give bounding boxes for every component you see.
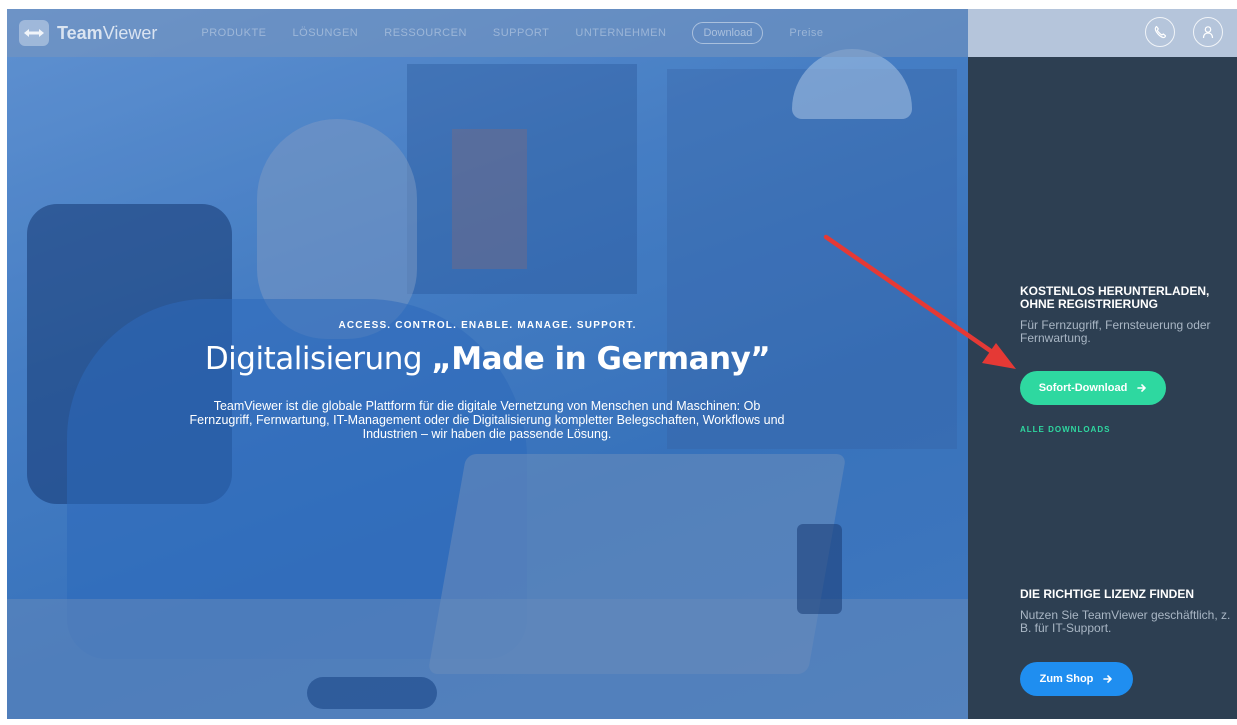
download-heading: KOSTENLOS HERUNTERLADEN, OHNE REGISTRIER… [1020,284,1210,311]
instant-download-label: Sofort-Download [1038,382,1128,394]
nav-item-support[interactable]: SUPPORT [493,27,549,39]
nav-item-solutions[interactable]: LÖSUNGEN [293,27,359,39]
logo-text-regular: Viewer [102,22,158,43]
shop-button-label: Zum Shop [1039,673,1094,685]
nav-icons [1145,17,1223,47]
all-downloads-link[interactable]: ALLE DOWNLOADS [1020,425,1110,434]
user-account-icon[interactable] [1193,17,1223,47]
download-text: Für Fernzugriff, Fernsteuerung oder Fern… [1020,318,1211,345]
hero-eyebrow: ACCESS. CONTROL. ENABLE. MANAGE. SUPPORT… [338,320,637,331]
teamviewer-logo-text: TeamViewer [57,23,157,44]
nav-menu: PRODUKTE LÖSUNGEN RESSOURCEN SUPPORT UNT… [201,22,823,44]
nav-item-company[interactable]: UNTERNEHMEN [575,27,666,39]
license-heading: DIE RICHTIGE LIZENZ FINDEN [1020,587,1194,601]
arrow-right-icon [1103,675,1113,683]
nav-item-resources[interactable]: RESSOURCEN [384,27,467,39]
hero-title-bold: „Made in Germany” [431,341,771,377]
instant-download-button[interactable]: Sofort-Download [1020,371,1166,405]
nav-download-button[interactable]: Download [692,22,764,44]
teamviewer-logo[interactable]: TeamViewer [19,9,157,57]
nav-item-pricing[interactable]: Preise [789,27,823,39]
shop-button[interactable]: Zum Shop [1020,662,1133,696]
page-frame: ACCESS. CONTROL. ENABLE. MANAGE. SUPPORT… [7,9,1237,719]
hero-title-regular: Digitalisierung [204,341,423,377]
hero-description: TeamViewer ist die globale Plattform für… [189,399,785,441]
hero-title: Digitalisierung „Made in Germany” [7,341,968,377]
download-panel: KOSTENLOS HERUNTERLADEN, OHNE REGISTRIER… [968,57,1237,719]
nav-item-products[interactable]: PRODUKTE [201,27,266,39]
top-navigation: TeamViewer PRODUKTE LÖSUNGEN RESSOURCEN … [7,9,1237,57]
hero-section: ACCESS. CONTROL. ENABLE. MANAGE. SUPPORT… [7,9,968,719]
arrow-right-icon [1137,384,1147,392]
teamviewer-logo-icon [19,20,49,46]
logo-text-bold: Team [57,22,103,43]
phone-icon[interactable] [1145,17,1175,47]
license-text: Nutzen Sie TeamViewer geschäftlich, z. B… [1020,608,1231,635]
